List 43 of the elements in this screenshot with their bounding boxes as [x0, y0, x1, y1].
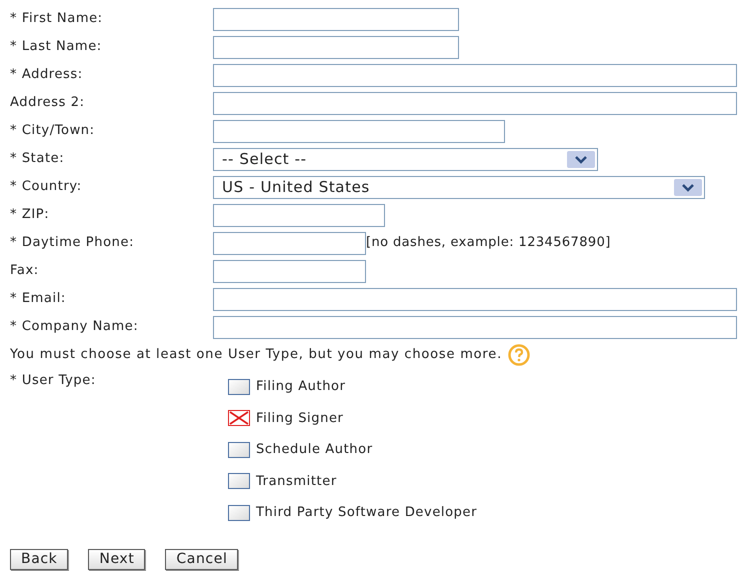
text-field[interactable]: [213, 120, 505, 142]
field-label: * State:: [9, 150, 66, 168]
text-field[interactable]: [213, 260, 366, 282]
field-label: * ZIP:: [9, 206, 50, 224]
checkbox-label: Filing Signer: [256, 410, 344, 428]
field-label: * Company Name:: [9, 318, 140, 336]
checkbox-label: Schedule Author: [256, 441, 373, 459]
field-label: Address 2:: [9, 94, 86, 112]
field-label: * User Type:: [9, 372, 97, 390]
field-label: * First Name:: [9, 10, 104, 28]
text-field[interactable]: [213, 316, 737, 338]
checkbox[interactable]: [228, 410, 250, 426]
form-button[interactable]: Back: [10, 548, 68, 570]
checkbox-label: Third Party Software Developer: [256, 504, 478, 522]
text-field[interactable]: [213, 204, 385, 226]
help-icon[interactable]: [508, 344, 530, 366]
text-field[interactable]: [213, 8, 459, 30]
text-field[interactable]: [213, 232, 366, 254]
field-label: * Daytime Phone:: [9, 234, 136, 252]
checkbox[interactable]: [228, 473, 250, 490]
field-label: Fax:: [9, 262, 40, 280]
text-field[interactable]: [213, 36, 459, 58]
select-dropdown[interactable]: -- Select --: [213, 148, 598, 170]
field-label: * City/Town:: [9, 122, 96, 140]
text-field[interactable]: [213, 92, 737, 114]
checkbox[interactable]: [228, 442, 250, 458]
field-label: * Last Name:: [9, 38, 103, 56]
form-button[interactable]: Next: [88, 548, 146, 570]
checkbox-label: Transmitter: [256, 472, 337, 490]
checkbox[interactable]: [228, 504, 250, 521]
field-label: * Email:: [9, 290, 67, 308]
chevron-down-icon: [674, 178, 702, 196]
checkbox[interactable]: [228, 378, 250, 395]
checkbox-label: Filing Author: [256, 378, 346, 396]
form-button[interactable]: Cancel: [165, 548, 238, 570]
chevron-down-icon: [567, 150, 595, 168]
field-label: * Address:: [9, 66, 84, 84]
text-field[interactable]: [213, 288, 737, 310]
text-field[interactable]: [213, 64, 737, 86]
instruction-text: You must choose at least one User Type, but you may choose more.: [10, 346, 502, 364]
hint-text: [no dashes, example: 1234567890]: [366, 234, 611, 252]
select-dropdown[interactable]: US - United States: [213, 176, 705, 198]
field-label: * Country:: [9, 178, 83, 196]
